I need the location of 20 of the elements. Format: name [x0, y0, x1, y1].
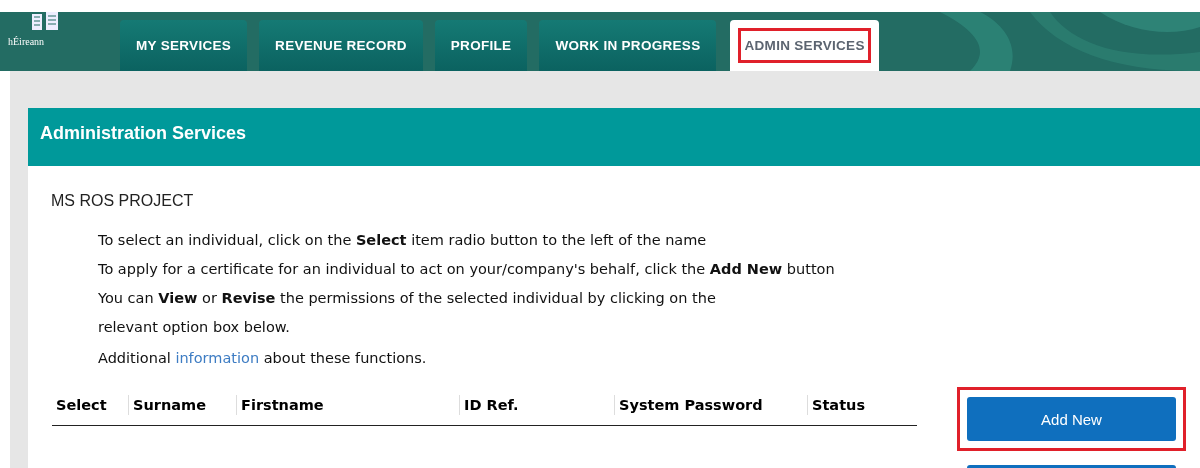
- nav-tab[interactable]: ADMIN SERVICES: [730, 20, 879, 71]
- column-header: Select: [55, 396, 108, 415]
- instruction-text: To select an individual, click on the Select item radio button to the left of the name: [98, 231, 708, 250]
- instruction-text: To apply for a certificate for an individual to act on your/company's behalf, click the Add New button: [98, 260, 836, 279]
- logo-text: hÉireann: [8, 36, 45, 47]
- nav-tab[interactable]: PROFILE: [434, 20, 528, 71]
- info-text: Additional information about these functions.: [98, 349, 428, 368]
- column-header: Firstname: [236, 395, 459, 415]
- nav-tab[interactable]: REVENUE RECORD: [259, 20, 423, 71]
- add-new-button[interactable]: Add New: [967, 397, 1176, 441]
- organisation-name: MS ROS PROJECT: [51, 192, 195, 210]
- column-header: System Password: [614, 395, 807, 415]
- nav-tab[interactable]: MY SERVICES: [120, 20, 248, 71]
- information-link[interactable]: information: [175, 350, 260, 366]
- panel-title: Administration Services: [28, 108, 1200, 166]
- nav-tab[interactable]: WORK IN PROGRESS: [539, 20, 717, 71]
- column-header: Status: [807, 395, 917, 415]
- instruction-text: You can View or Revise the permissions of the selected individual by clicking on the relevant option box below.: [98, 289, 717, 337]
- column-header: Surname: [128, 395, 236, 415]
- column-header: ID Ref.: [459, 395, 614, 415]
